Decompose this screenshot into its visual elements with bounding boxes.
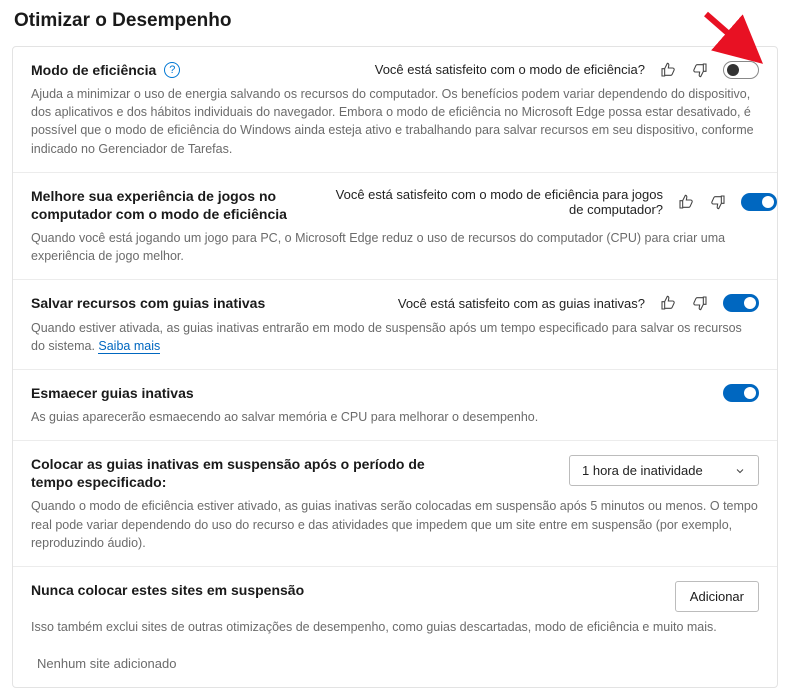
- section-sleeping-tabs: Salvar recursos com guias inativas Você …: [13, 280, 777, 369]
- section-never-sleep: Nunca colocar estes sites em suspensão A…: [13, 567, 777, 687]
- thumbs-up-icon[interactable]: [659, 61, 677, 79]
- sleep-timeout-select[interactable]: 1 hora de inatividade: [569, 455, 759, 486]
- section-sleep-timeout: Colocar as guias inativas em suspensão a…: [13, 441, 777, 567]
- settings-panel: Modo de eficiência ? Você está satisfeit…: [12, 46, 778, 688]
- sleeping-tabs-title: Salvar recursos com guias inativas: [31, 294, 265, 312]
- never-sleep-empty: Nenhum site adicionado: [31, 650, 759, 673]
- efficiency-mode-desc: Ajuda a minimizar o uso de energia salva…: [31, 85, 759, 158]
- add-site-button[interactable]: Adicionar: [675, 581, 759, 612]
- fade-tabs-title: Esmaecer guias inativas: [31, 384, 194, 402]
- thumbs-up-icon[interactable]: [659, 294, 677, 312]
- sleeping-tabs-desc: Quando estiver ativada, as guias inativa…: [31, 319, 759, 355]
- info-icon[interactable]: ?: [164, 62, 180, 78]
- page-title: Otimizar o Desempenho: [14, 10, 778, 32]
- sleeping-feedback-prompt: Você está satisfeito com as guias inativ…: [398, 296, 645, 312]
- thumbs-down-icon[interactable]: [691, 294, 709, 312]
- gaming-efficiency-desc: Quando você está jogando um jogo para PC…: [31, 229, 759, 265]
- sleep-timeout-desc: Quando o modo de eficiência estiver ativ…: [31, 497, 759, 551]
- thumbs-down-icon[interactable]: [691, 61, 709, 79]
- fade-tabs-toggle[interactable]: [723, 384, 759, 402]
- sleep-timeout-title: Colocar as guias inativas em suspensão a…: [31, 455, 451, 491]
- gaming-efficiency-toggle[interactable]: [741, 193, 777, 211]
- sleeping-tabs-toggle[interactable]: [723, 294, 759, 312]
- never-sleep-desc: Isso também exclui sites de outras otimi…: [31, 618, 759, 636]
- section-efficiency-mode: Modo de eficiência ? Você está satisfeit…: [13, 47, 777, 173]
- efficiency-mode-toggle[interactable]: [723, 61, 759, 79]
- efficiency-mode-title: Modo de eficiência: [31, 61, 156, 79]
- thumbs-down-icon[interactable]: [709, 193, 727, 211]
- thumbs-up-icon[interactable]: [677, 193, 695, 211]
- learn-more-link[interactable]: Saiba mais: [98, 339, 160, 354]
- sleep-timeout-value: 1 hora de inatividade: [582, 463, 703, 478]
- efficiency-feedback-prompt: Você está satisfeito com o modo de efici…: [375, 62, 645, 78]
- gaming-efficiency-title: Melhore sua experiência de jogos no comp…: [31, 187, 311, 223]
- gaming-feedback-prompt: Você está satisfeito com o modo de efici…: [323, 187, 663, 218]
- never-sleep-title: Nunca colocar estes sites em suspensão: [31, 581, 304, 599]
- section-gaming-efficiency: Melhore sua experiência de jogos no comp…: [13, 173, 777, 281]
- section-fade-tabs: Esmaecer guias inativas As guias aparece…: [13, 370, 777, 441]
- chevron-down-icon: [734, 465, 746, 477]
- fade-tabs-desc: As guias aparecerão esmaecendo ao salvar…: [31, 408, 759, 426]
